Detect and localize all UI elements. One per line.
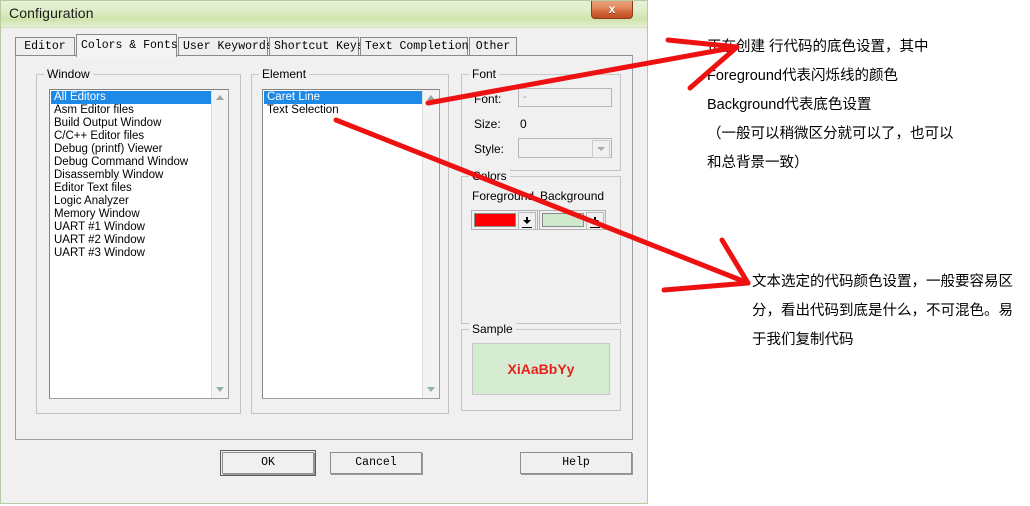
foreground-color-picker[interactable] xyxy=(471,210,538,230)
annotation-line: （一般可以稍微区分就可以了，也可以 xyxy=(707,126,954,142)
scroll-up-icon[interactable] xyxy=(423,90,439,106)
tab-other[interactable]: Other xyxy=(469,37,517,56)
tab-bar: Editor Colors & Fonts User Keywords Shortcu… xyxy=(15,34,633,57)
title-bar: Configuration x xyxy=(1,1,647,28)
background-dropdown-icon[interactable] xyxy=(586,212,604,230)
scroll-up-icon[interactable] xyxy=(212,90,228,106)
list-item[interactable]: Debug (printf) Viewer xyxy=(51,143,211,156)
sample-preview: XiAaBbYy xyxy=(472,343,610,395)
scroll-down-icon[interactable] xyxy=(423,382,439,398)
list-item[interactable]: Debug Command Window xyxy=(51,156,211,169)
background-color-picker[interactable] xyxy=(539,210,606,230)
style-dropdown[interactable] xyxy=(518,138,612,158)
window-group-legend: Window xyxy=(44,67,93,81)
list-item[interactable]: Asm Editor files xyxy=(51,104,211,117)
foreground-label: Foreground xyxy=(472,189,535,203)
background-color-swatch[interactable] xyxy=(542,213,584,227)
element-group: Element Caret Line Text Selection xyxy=(251,67,449,414)
annotation-line: 正在创建 行代码的底色设置，其中 xyxy=(707,39,929,55)
background-label: Background xyxy=(540,189,605,203)
list-item[interactable]: Editor Text files xyxy=(51,182,211,195)
size-label: Size: xyxy=(474,117,501,131)
dialog-button-row: OK Cancel Help xyxy=(5,444,643,484)
annotation-line: Background代表底色设置 xyxy=(707,97,872,113)
annotation-line: Foreground代表闪烁线的颜色 xyxy=(707,68,898,84)
annotation-line: 和总背景一致） xyxy=(707,155,809,171)
help-button[interactable]: Help xyxy=(520,452,632,474)
close-icon[interactable]: x xyxy=(591,1,633,19)
tab-shortcut-keys[interactable]: Shortcut Keys xyxy=(269,37,364,56)
list-item[interactable]: C/C++ Editor files xyxy=(51,130,211,143)
scroll-down-icon[interactable] xyxy=(212,382,228,398)
font-label: Font: xyxy=(474,92,502,106)
element-listbox[interactable]: Caret Line Text Selection xyxy=(262,89,440,399)
list-item[interactable]: Caret Line xyxy=(264,91,422,104)
list-item[interactable]: UART #1 Window xyxy=(51,221,211,234)
window-list-items: All Editors Asm Editor files Build Output … xyxy=(50,90,211,398)
tab-editor[interactable]: Editor xyxy=(15,37,75,56)
list-item[interactable]: Memory Window xyxy=(51,208,211,221)
list-item[interactable]: UART #3 Window xyxy=(51,247,211,260)
window-title: Configuration xyxy=(9,5,94,21)
tab-user-keywords[interactable]: User Keywords xyxy=(178,37,273,56)
font-group-legend: Font xyxy=(469,67,500,81)
element-group-legend: Element xyxy=(259,67,310,81)
cancel-button[interactable]: Cancel xyxy=(330,452,422,474)
list-item[interactable]: Disassembly Window xyxy=(51,169,211,182)
ok-button[interactable]: OK xyxy=(220,450,316,476)
size-value: 0 xyxy=(520,117,527,131)
annotation-text-caret-line: 正在创建 行代码的底色设置，其中 Foreground代表闪烁线的颜色 Backgr… xyxy=(707,33,954,178)
colors-group-legend: Colors xyxy=(469,169,510,183)
window-group: Window All Editors Asm Editor files Build … xyxy=(36,67,241,414)
foreground-color-swatch[interactable] xyxy=(474,213,516,227)
font-field[interactable]: - xyxy=(518,88,612,107)
window-listbox[interactable]: All Editors Asm Editor files Build Output … xyxy=(49,89,229,399)
colors-group: Colors Foreground Background xyxy=(461,169,621,324)
element-list-items: Caret Line Text Selection xyxy=(263,90,422,398)
sample-group-legend: Sample xyxy=(469,322,516,336)
list-item[interactable]: Logic Analyzer xyxy=(51,195,211,208)
list-item[interactable]: UART #2 Window xyxy=(51,234,211,247)
foreground-dropdown-icon[interactable] xyxy=(518,212,536,230)
list-item[interactable]: Build Output Window xyxy=(51,117,211,130)
chevron-down-icon[interactable] xyxy=(592,140,610,158)
sample-group: Sample XiAaBbYy xyxy=(461,322,621,411)
style-label: Style: xyxy=(474,142,505,156)
dialog-client-area: Editor Colors & Fonts User Keywords Shortcu… xyxy=(5,30,643,500)
window-list-scrollbar[interactable] xyxy=(211,90,228,398)
tab-panel: Window All Editors Asm Editor files Build … xyxy=(15,55,633,440)
font-group: Font Font: - Size: 0 Style: xyxy=(461,67,621,171)
tab-text-completion[interactable]: Text Completion xyxy=(360,37,469,56)
list-item[interactable]: Text Selection xyxy=(264,104,422,117)
tab-colors-fonts[interactable]: Colors & Fonts xyxy=(76,34,178,57)
element-list-scrollbar[interactable] xyxy=(422,90,439,398)
annotation-text-selection: 文本选定的代码颜色设置，一般要容易区分，看出代码到底是什么，不可混色。易于我们复… xyxy=(752,274,1013,348)
configuration-dialog: Configuration x Editor Colors & Fonts User… xyxy=(0,0,648,504)
list-item[interactable]: All Editors xyxy=(51,91,211,104)
